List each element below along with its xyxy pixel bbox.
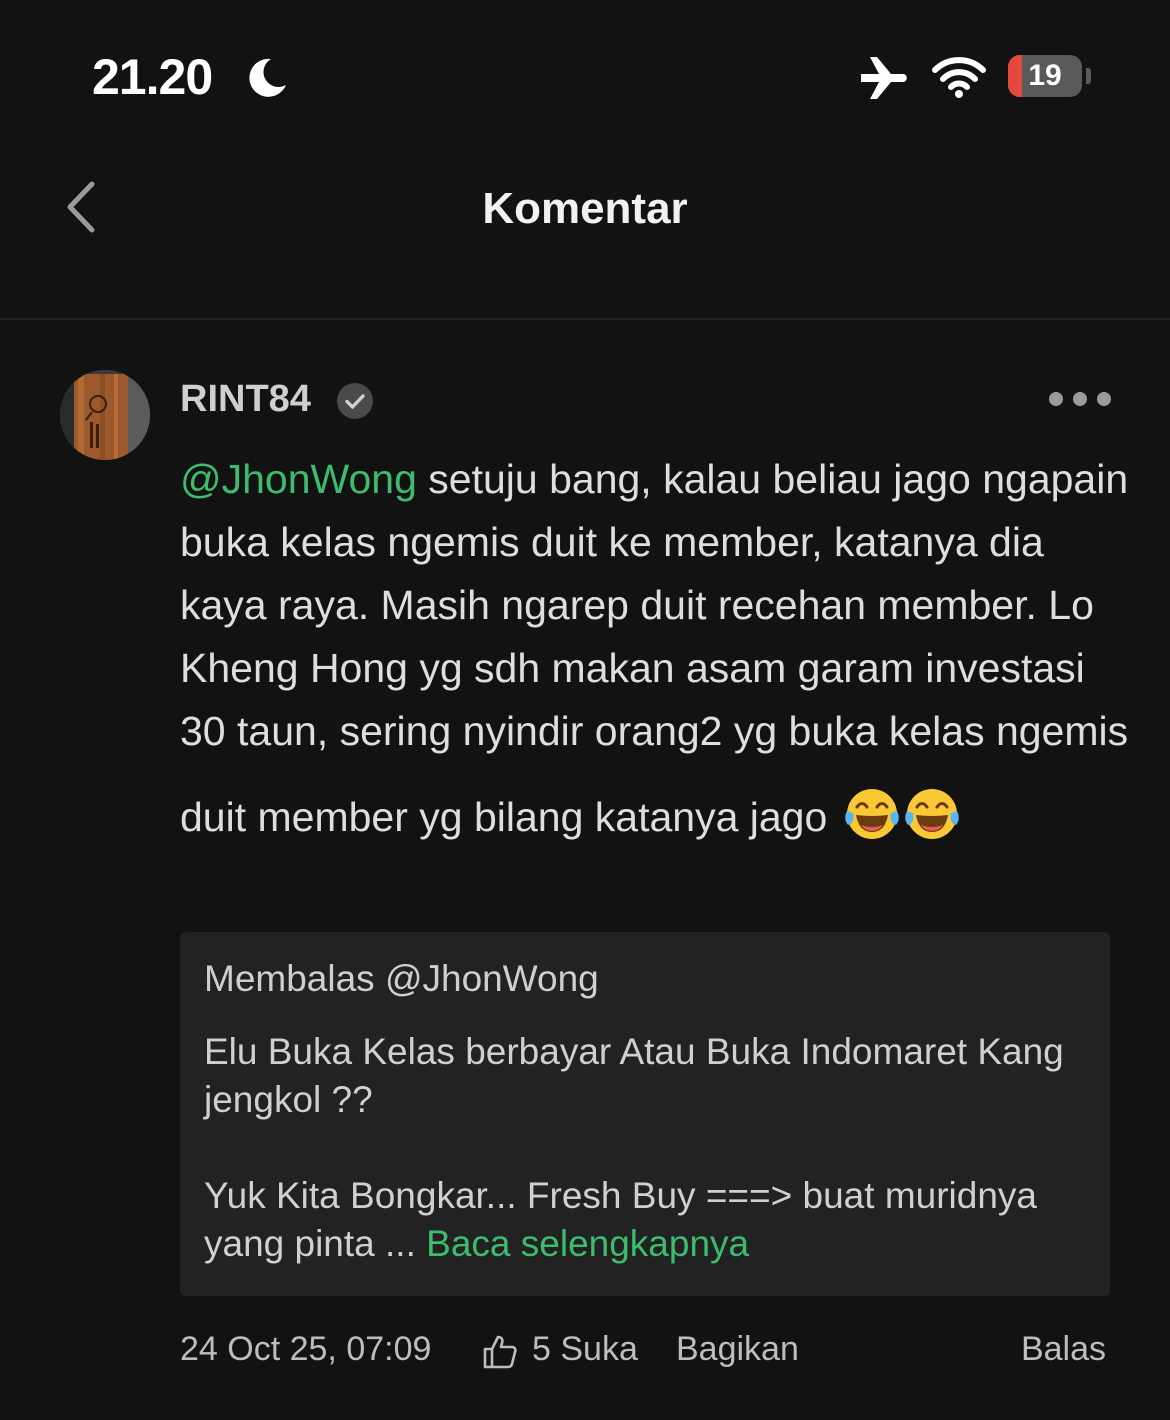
verified-icon [337,383,373,419]
nav-header: Komentar [0,150,1170,320]
comment-text-last-line-text: duit member yg bilang katanya jago [180,794,839,840]
status-time: 21.20 [92,49,213,105]
comment-footer: 24 Oct 25, 07:09 5 Suka Bagikan Balas [180,1326,1110,1376]
username[interactable]: RINT84 [180,378,311,421]
laughing-tears-emoji [904,789,959,839]
laughing-tears-emoji [844,789,899,839]
mention-link[interactable]: @JhonWong [180,456,417,502]
quoted-reply-header: Membalas @JhonWong [204,958,599,999]
battery-level: 19 [1028,59,1062,92]
status-bar: 21.20 19 [0,0,1170,150]
quoted-reply-text: Elu Buka Kelas berbayar Atau Buka Indoma… [204,1028,1084,1268]
comment-timestamp: 24 Oct 25, 07:09 [180,1330,432,1368]
read-more-link[interactable]: Baca selengkapnya [426,1223,749,1264]
avatar[interactable] [60,370,150,460]
comment-text-last-line: duit member yg bilang katanya jago [180,785,1130,849]
share-button[interactable]: Bagikan [676,1330,799,1369]
like-count: 5 Suka [532,1330,638,1368]
page-title: Komentar [482,184,688,233]
quoted-reply-paragraph-1: Elu Buka Kelas berbayar Atau Buka Indoma… [204,1031,1064,1120]
wifi-icon [932,57,986,98]
avatar-image [60,370,150,460]
quoted-reply-paragraph-2: Yuk Kita Bongkar... Fresh Buy ===> buat … [204,1172,1084,1268]
battery-cap [1086,68,1091,84]
comment: RINT84 @JhonWong setuju bang, kalau beli… [0,320,1170,1420]
more-options-button[interactable] [1046,382,1114,416]
ellipsis-icon [1049,392,1111,406]
thumbs-up-icon [483,1335,517,1369]
battery-body: 19 [1008,55,1082,97]
quoted-reply[interactable]: Membalas @JhonWong Elu Buka Kelas berbay… [180,932,1110,1296]
comment-text: @JhonWong setuju bang, kalau beliau jago… [180,448,1130,849]
battery-icon: 19 [1008,55,1092,99]
moon-icon [249,58,286,97]
airplane-icon [861,57,907,99]
reply-button[interactable]: Balas [1021,1330,1106,1369]
